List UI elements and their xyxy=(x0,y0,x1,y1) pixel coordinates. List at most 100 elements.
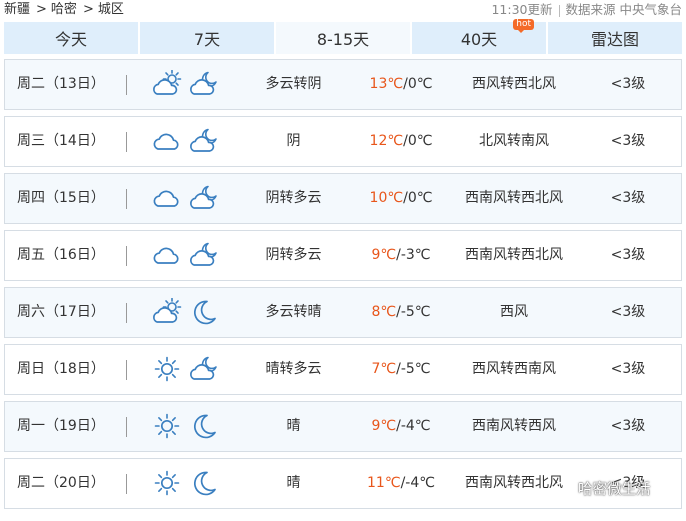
forecast-row: 周二（13日） 多云转阴 13℃/0℃ 西风转西北风 <3级 xyxy=(4,59,682,110)
weather-icons xyxy=(152,127,226,155)
weather-description: 阴转多云 xyxy=(265,190,322,206)
day-label: 周三（14日） xyxy=(17,133,105,149)
partly-cloudy-night-icon xyxy=(190,356,217,380)
divider xyxy=(126,189,127,209)
moon-icon xyxy=(193,300,216,325)
divider xyxy=(126,474,127,494)
tab-label: 雷达图 xyxy=(590,30,639,49)
weather-icons xyxy=(152,469,226,497)
high-temp: 12℃ xyxy=(369,133,404,149)
wind-level: <3级 xyxy=(610,361,646,377)
watermark-text: 哈密微生活 xyxy=(578,482,651,498)
low-temp: -4℃ xyxy=(400,418,431,434)
moon-icon xyxy=(193,414,216,439)
breadcrumb-separator: > xyxy=(82,2,94,17)
low-temp: 0℃ xyxy=(407,190,433,206)
cloudy-icon xyxy=(153,247,179,264)
temperature-range: 9℃/-4℃ xyxy=(371,418,431,434)
forecast-tabs: 今天 7天 8-15天 40天 hot 雷达图 xyxy=(4,19,682,54)
high-temp: 13℃ xyxy=(369,76,404,92)
weather-description: 阴 xyxy=(286,133,301,149)
weather-icons xyxy=(152,412,226,440)
wind-level: <3级 xyxy=(610,190,646,206)
weather-icons xyxy=(152,355,226,383)
day-label: 周六（17日） xyxy=(17,304,105,320)
sun-icon xyxy=(154,470,180,496)
wind-direction: 西风转西南风 xyxy=(472,361,556,377)
low-temp: -3℃ xyxy=(400,247,431,263)
forecast-row: 周六（17日） 多云转晴 8℃/-5℃ 西风 <3级 xyxy=(4,287,682,338)
temperature-range: 10℃/0℃ xyxy=(369,190,433,206)
partly-cloudy-night-icon xyxy=(190,128,217,152)
weather-icons xyxy=(152,241,226,269)
breadcrumb-city[interactable]: 哈密 xyxy=(51,2,77,17)
partly-cloudy-day-icon xyxy=(153,297,182,323)
divider xyxy=(126,132,127,152)
breadcrumb-province[interactable]: 新疆 xyxy=(4,2,30,17)
wechat-icon xyxy=(554,481,573,496)
weather-icons xyxy=(152,297,226,326)
high-temp: 9℃ xyxy=(371,418,397,434)
wind-direction: 西南风转西北风 xyxy=(465,247,563,263)
breadcrumb-separator: > xyxy=(36,2,47,17)
wind-level: <3级 xyxy=(610,133,646,149)
temperature-range: 13℃/0℃ xyxy=(369,76,433,92)
divider xyxy=(558,4,560,17)
high-temp: 10℃ xyxy=(369,190,404,206)
breadcrumb-district[interactable]: 城区 xyxy=(98,2,124,17)
forecast-row: 周日（18日） 晴转多云 7℃/-5℃ 西风转西南风 <3级 xyxy=(4,344,682,395)
forecast-row: 周五（16日） 阴转多云 9℃/-3℃ 西南风转西北风 <3级 xyxy=(4,230,682,281)
update-info: 11:30更新 数据来源 中央气象台 xyxy=(491,0,682,20)
tab-8-15-days[interactable]: 8-15天 xyxy=(276,22,410,54)
cloudy-icon xyxy=(153,133,179,150)
cloudy-icon xyxy=(153,190,179,207)
day-label: 周四（15日） xyxy=(17,190,105,206)
weather-icons xyxy=(152,69,226,98)
wind-direction: 西南风转西风 xyxy=(472,418,556,434)
weather-description: 晴转多云 xyxy=(265,361,322,377)
day-label: 周二（20日） xyxy=(17,475,105,491)
breadcrumb: 新疆 > 哈密 > 城区 xyxy=(4,0,126,20)
tab-label: 40天 xyxy=(460,30,498,49)
wind-level: <3级 xyxy=(610,247,646,263)
tab-7-days[interactable]: 7天 xyxy=(140,22,274,54)
temperature-range: 9℃/-3℃ xyxy=(371,247,431,263)
weather-description: 晴 xyxy=(286,418,301,434)
sun-icon xyxy=(154,356,180,382)
day-label: 周一（19日） xyxy=(17,418,105,434)
tab-today[interactable]: 今天 xyxy=(4,22,138,54)
low-temp: -5℃ xyxy=(400,361,431,377)
partly-cloudy-night-icon xyxy=(190,71,217,95)
partly-cloudy-night-icon xyxy=(190,242,217,266)
temperature-range: 12℃/0℃ xyxy=(369,133,433,149)
tab-label: 8-15天 xyxy=(316,30,370,49)
hot-badge: hot xyxy=(513,19,534,33)
day-label: 周二（13日） xyxy=(17,76,105,92)
tab-label: 今天 xyxy=(54,30,87,49)
weather-description: 多云转阴 xyxy=(265,76,322,92)
tab-40-days[interactable]: 40天 hot xyxy=(412,19,546,54)
wind-direction: 北风转南风 xyxy=(479,133,549,149)
forecast-row: 周四（15日） 阴转多云 10℃/0℃ 西南风转西北风 <3级 xyxy=(4,173,682,224)
moon-icon xyxy=(193,471,216,496)
wind-level: <3级 xyxy=(610,76,646,92)
partly-cloudy-day-icon xyxy=(153,69,182,95)
tab-radar[interactable]: 雷达图 xyxy=(548,22,682,54)
weather-icons xyxy=(152,184,226,212)
divider xyxy=(126,75,127,95)
wind-direction: 西南风转西北风 xyxy=(465,190,563,206)
wind-level: <3级 xyxy=(610,418,646,434)
temperature-range: 11℃/-4℃ xyxy=(367,475,435,491)
data-source: 数据来源 中央气象台 xyxy=(565,2,682,17)
high-temp: 11℃ xyxy=(367,475,401,491)
low-temp: 0℃ xyxy=(407,76,433,92)
low-temp: -5℃ xyxy=(400,304,431,320)
day-label: 周日（18日） xyxy=(17,361,105,377)
wind-direction: 西风转西北风 xyxy=(472,76,556,92)
low-temp: 0℃ xyxy=(407,133,433,149)
weather-description: 多云转晴 xyxy=(265,304,322,320)
partly-cloudy-night-icon xyxy=(190,185,217,209)
weather-description: 阴转多云 xyxy=(265,247,322,263)
divider xyxy=(126,360,127,380)
day-label: 周五（16日） xyxy=(17,247,105,263)
